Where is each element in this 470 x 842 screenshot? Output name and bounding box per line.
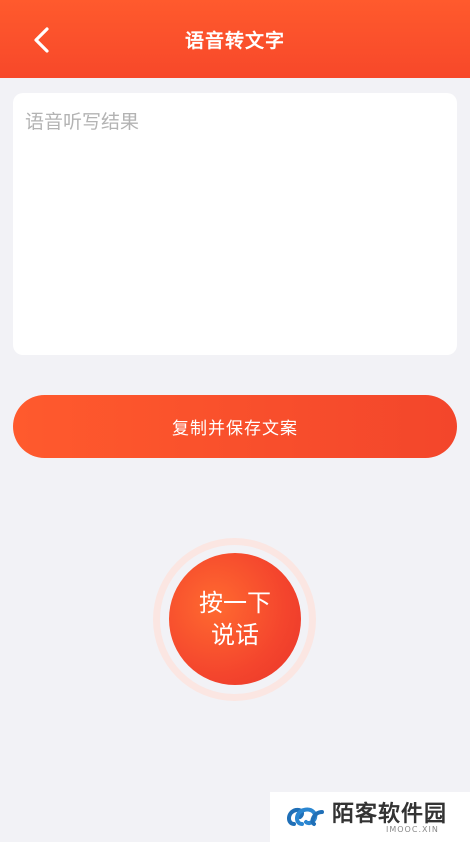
copy-save-button[interactable]: 复制并保存文案 <box>13 395 457 458</box>
talk-label-line2: 说话 <box>211 621 259 649</box>
speech-to-text-screen: 语音转文字 复制并保存文案 按一下 说话 陌客软件园 IMOOC.XIN <box>0 0 470 842</box>
dictation-result-field[interactable] <box>25 107 445 343</box>
talk-label-line1: 按一下 <box>199 589 271 617</box>
watermark: 陌客软件园 IMOOC.XIN <box>270 792 470 842</box>
result-panel <box>13 93 457 355</box>
watermark-domain: IMOOC.XIN <box>386 825 439 834</box>
page-title: 语音转文字 <box>184 29 285 52</box>
press-to-talk-button[interactable]: 按一下 说话 <box>169 553 301 685</box>
watermark-name: 陌客软件园 <box>332 801 448 827</box>
watermark-logo-icon <box>287 807 324 826</box>
header-bar: 语音转文字 <box>0 0 470 78</box>
